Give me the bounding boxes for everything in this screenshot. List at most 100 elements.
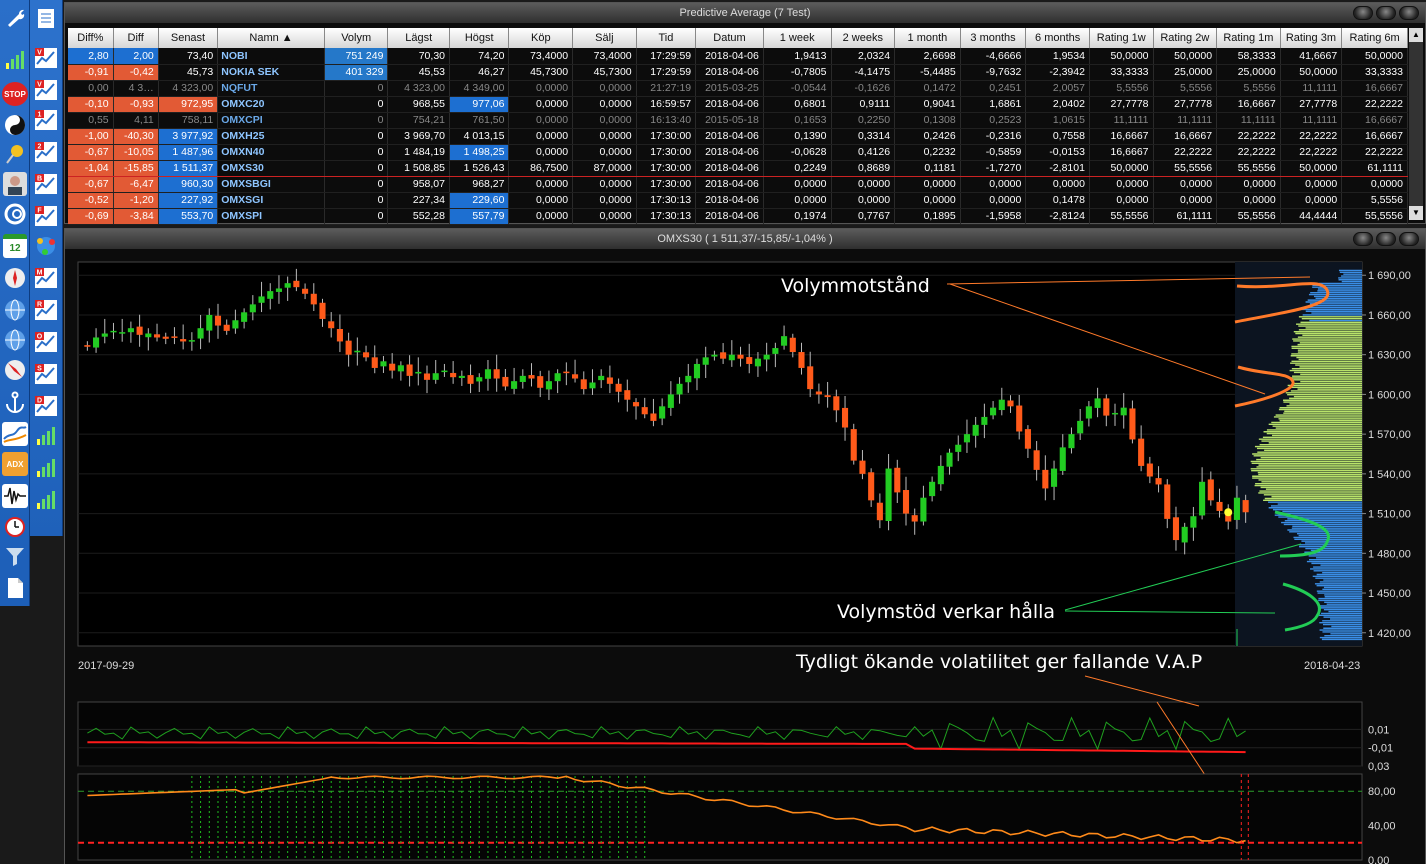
indicator-f-icon[interactable]: F	[34, 204, 58, 228]
instrument-name: NOKIA SEK	[217, 64, 325, 81]
column-header[interactable]: Diff%	[68, 28, 114, 48]
column-header[interactable]: Lägst	[387, 28, 450, 48]
x-axis-end-date: 2018-04-23	[1304, 660, 1361, 672]
column-header[interactable]: Datum	[695, 28, 764, 48]
compass-icon[interactable]	[3, 266, 27, 290]
alarm-clock-icon[interactable]	[3, 514, 27, 538]
maximize-button[interactable]	[1376, 232, 1396, 246]
table-row[interactable]: -0,67 -10,05 1 487,96 OMXN40 0 1 484,19 1 498,…	[68, 144, 1408, 161]
table-cell: 0,1390	[763, 128, 832, 145]
indicator-b-icon[interactable]: B	[34, 172, 58, 196]
candle	[119, 332, 126, 334]
notepad-icon[interactable]	[34, 6, 58, 30]
yin-yang-icon[interactable]	[3, 113, 27, 137]
globe-icon[interactable]	[3, 328, 27, 352]
column-header[interactable]: 1 week	[763, 28, 832, 48]
indicator-s-icon[interactable]: S	[34, 362, 58, 386]
close-button[interactable]	[1399, 232, 1419, 246]
table-row[interactable]: -0,52 -1,20 227,92 OMXSGI 0 227,34 229,60 0,000…	[68, 192, 1408, 209]
column-header[interactable]: 1 month	[894, 28, 961, 48]
pin-icon[interactable]	[3, 142, 27, 166]
indicator-o-icon[interactable]: O	[34, 330, 58, 354]
table-cell: -4,1475	[831, 64, 896, 81]
adx-icon[interactable]: ADX	[2, 452, 28, 476]
candle	[1120, 407, 1127, 416]
candle	[1199, 481, 1206, 516]
table-cell: 0,0000	[960, 176, 1027, 193]
scroll-down-arrow-icon[interactable]: ▼	[1409, 206, 1423, 220]
swirl-icon[interactable]	[3, 202, 27, 226]
document-icon[interactable]	[3, 576, 27, 600]
network-icon[interactable]	[34, 234, 58, 258]
indicator-r-icon[interactable]: R	[34, 298, 58, 322]
minimize-button[interactable]	[1353, 6, 1373, 20]
person-icon[interactable]	[3, 172, 27, 196]
column-header[interactable]: Rating 1w	[1089, 28, 1154, 48]
table-cell: 0,0000	[572, 80, 637, 97]
table-row[interactable]: -0,69 -3,84 553,70 OMXSPI 0 552,28 557,79 0,000…	[68, 208, 1408, 225]
table-cell: 4 323,00	[158, 80, 219, 97]
column-header[interactable]: Rating 3m	[1280, 28, 1343, 48]
table-row[interactable]: -0,67 -6,47 960,30 OMXSBGI 0 958,07 968,27 0,00…	[68, 176, 1408, 193]
table-cell: 73,4000	[572, 48, 637, 65]
indicator-2-icon[interactable]: 2	[34, 140, 58, 164]
indicator-d-icon[interactable]: D	[34, 394, 58, 418]
candle	[319, 302, 326, 319]
column-header[interactable]: Volym	[324, 28, 389, 48]
table-cell: 0,0000	[1025, 176, 1090, 193]
candle	[572, 374, 579, 379]
chart-panel-title-text: OMXS30 ( 1 511,37/-15,85/-1,04% )	[657, 233, 833, 245]
column-header[interactable]: Sälj	[572, 28, 637, 48]
candle	[789, 337, 796, 353]
chart-bars-icon[interactable]	[34, 424, 58, 448]
chart-bars-icon[interactable]	[3, 48, 27, 72]
indicator-v-icon[interactable]: V	[34, 46, 58, 70]
column-header[interactable]: Rating 1m	[1216, 28, 1281, 48]
indicator-v-icon[interactable]: V	[34, 78, 58, 102]
table-row[interactable]: -0,91 -0,42 45,73 NOKIA SEK 401 329 45,53 46,2…	[68, 64, 1408, 81]
filter-icon[interactable]	[3, 544, 27, 568]
stop-icon[interactable]: STOP	[2, 82, 28, 106]
app-window: STOP 12 ADX V V 1 2 B F M R O S D Predic…	[0, 0, 1426, 864]
waveform-icon[interactable]	[2, 484, 28, 508]
minimize-button[interactable]	[1353, 232, 1373, 246]
column-header[interactable]: Tid	[636, 28, 697, 48]
table-row[interactable]: 2,80 2,00 73,40 NOBI 751 249 70,30 74,20 73,400…	[68, 48, 1408, 65]
instrument-name: NQFUT	[217, 80, 325, 97]
column-header[interactable]: 2 weeks	[831, 28, 896, 48]
price-chart[interactable]: 1 690,00 1 660,00 1 630,00 1 600,00 1 570,00…	[65, 250, 1426, 864]
table-scrollbar[interactable]: ▲ ▼	[1409, 28, 1423, 220]
table-row[interactable]: -1,00 -40,30 3 977,92 OMXH25 0 3 969,70 4 013,…	[68, 128, 1408, 145]
table-cell: 2018-04-06	[695, 144, 764, 161]
candle	[1172, 517, 1180, 541]
table-row[interactable]: 0,00 4 3… 4 323,00 NQFUT 0 4 323,00 4 349,00 0,…	[68, 80, 1408, 97]
column-header[interactable]: Köp	[508, 28, 574, 48]
calendar-icon[interactable]: 12	[3, 234, 27, 258]
table-row[interactable]: -1,04 -15,85 1 511,37 OMXS30 0 1 508,85 1 526,…	[68, 159, 1408, 177]
column-header[interactable]: Senast	[158, 28, 219, 48]
wrench-icon[interactable]	[3, 6, 27, 30]
chart-panel-title: OMXS30 ( 1 511,37/-15,85/-1,04% )	[65, 229, 1425, 249]
table-row[interactable]: -0,10 -0,93 972,95 OMXC20 0 968,55 977,06 0,000…	[68, 96, 1408, 113]
column-header[interactable]: Diff	[113, 28, 159, 48]
anchor-icon[interactable]	[3, 390, 27, 414]
table-cell: 0,0000	[763, 192, 832, 209]
indicator-1-icon[interactable]: 1	[34, 108, 58, 132]
scroll-up-arrow-icon[interactable]: ▲	[1409, 28, 1423, 42]
chart-bars-icon[interactable]	[34, 456, 58, 480]
column-header[interactable]: Högst	[449, 28, 510, 48]
maximize-button[interactable]	[1376, 6, 1396, 20]
compass-icon[interactable]	[3, 358, 27, 382]
line-chart-icon[interactable]	[2, 422, 28, 446]
column-header[interactable]: Rating 2w	[1153, 28, 1218, 48]
indicator-m-icon[interactable]: M	[34, 266, 58, 290]
close-button[interactable]	[1399, 6, 1419, 20]
table-row[interactable]: 0,55 4,11 758,11 OMXCPI 0 754,21 761,50 0,0000 0…	[68, 112, 1408, 129]
column-header[interactable]: 6 months	[1025, 28, 1090, 48]
column-header[interactable]: Namn ▲	[217, 28, 325, 48]
globe-icon[interactable]	[3, 298, 27, 322]
chart-bars-icon[interactable]	[34, 488, 58, 512]
table-cell: 0,55	[68, 112, 114, 129]
column-header[interactable]: Rating 6m	[1341, 28, 1408, 48]
column-header[interactable]: 3 months	[960, 28, 1027, 48]
